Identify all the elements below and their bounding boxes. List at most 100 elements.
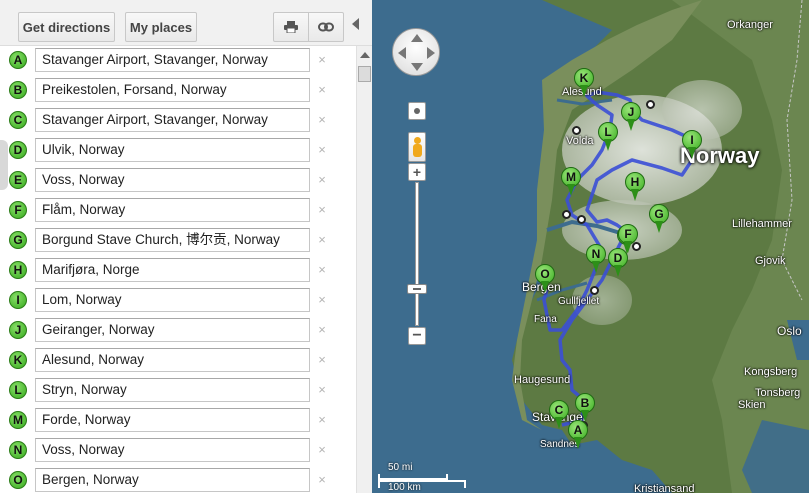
stop-row: B Preikestolen, Forsand, Norway × [0, 76, 352, 106]
stop-marker-icon[interactable]: J [9, 321, 27, 339]
route-pin[interactable]: J [621, 102, 641, 132]
route-pin[interactable]: F [618, 224, 638, 254]
remove-stop-icon[interactable]: × [316, 172, 328, 187]
scrollbar[interactable] [356, 46, 372, 493]
stop-input[interactable]: Lom, Norway [35, 288, 310, 312]
stop-input[interactable]: Forde, Norway [35, 408, 310, 432]
place-label: Skien [738, 399, 766, 411]
stop-marker-icon[interactable]: E [9, 171, 27, 189]
stop-row: E Voss, Norway × [0, 166, 352, 196]
remove-stop-icon[interactable]: × [316, 322, 328, 337]
pan-down-icon[interactable] [411, 63, 423, 71]
remove-stop-icon[interactable]: × [316, 142, 328, 157]
route-pin-tail [614, 265, 622, 277]
scroll-thumb[interactable] [358, 66, 371, 82]
stop-marker-icon[interactable]: D [9, 141, 27, 159]
stop-input[interactable]: Stavanger Airport, Stavanger, Norway [35, 108, 310, 132]
stop-row: A Stavanger Airport, Stavanger, Norway × [0, 46, 352, 76]
place-label: Gjovik [755, 255, 786, 267]
pan-control[interactable] [392, 28, 440, 76]
zoom-in-button[interactable]: + [408, 163, 426, 181]
route-pin[interactable]: G [649, 204, 669, 234]
route-pin[interactable]: M [561, 167, 581, 197]
stop-marker-icon[interactable]: N [9, 441, 27, 459]
remove-stop-icon[interactable]: × [316, 202, 328, 217]
pan-left-icon[interactable] [398, 47, 406, 59]
remove-stop-icon[interactable]: × [316, 52, 328, 67]
stop-marker-icon[interactable]: K [9, 351, 27, 369]
zoom-out-button[interactable]: − [408, 327, 426, 345]
zoom-slider-track[interactable] [415, 182, 419, 326]
waypoint-marker[interactable] [572, 126, 581, 135]
scroll-up-icon[interactable] [360, 52, 370, 58]
get-directions-button[interactable]: Get directions [18, 12, 115, 42]
stop-input[interactable]: Bergen, Norway [35, 468, 310, 492]
remove-stop-icon[interactable]: × [316, 412, 328, 427]
zoom-reset-button[interactable] [408, 102, 426, 120]
stop-input[interactable]: Preikestolen, Forsand, Norway [35, 78, 310, 102]
stop-marker-icon[interactable]: I [9, 291, 27, 309]
stop-marker-icon[interactable]: L [9, 381, 27, 399]
remove-stop-icon[interactable]: × [316, 232, 328, 247]
print-button[interactable] [273, 12, 309, 42]
route-pin[interactable]: L [598, 122, 618, 152]
stop-marker-icon[interactable]: B [9, 81, 27, 99]
route-pin-tail [631, 189, 639, 201]
stop-input[interactable]: Geiranger, Norway [35, 318, 310, 342]
remove-stop-icon[interactable]: × [316, 472, 328, 487]
remove-stop-icon[interactable]: × [316, 442, 328, 457]
stop-input[interactable]: Voss, Norway [35, 168, 310, 192]
route-pin[interactable]: N [586, 244, 606, 274]
stop-input[interactable]: Stryn, Norway [35, 378, 310, 402]
remove-stop-icon[interactable]: × [316, 262, 328, 277]
route-pin[interactable]: H [625, 172, 645, 202]
stop-input[interactable]: Borgund Stave Church, 博尔贡, Norway [35, 228, 310, 252]
stop-row: O Bergen, Norway × [0, 466, 352, 493]
pan-up-icon[interactable] [411, 34, 423, 42]
stop-marker-icon[interactable]: F [9, 201, 27, 219]
stop-marker-icon[interactable]: C [9, 111, 27, 129]
remove-stop-icon[interactable]: × [316, 382, 328, 397]
remove-stop-icon[interactable]: × [316, 352, 328, 367]
route-pin[interactable]: A [568, 420, 588, 450]
stop-row: N Voss, Norway × [0, 436, 352, 466]
route-pin-tail [655, 221, 663, 233]
route-pin-tail [574, 437, 582, 449]
route-pin[interactable]: O [535, 264, 555, 294]
remove-stop-icon[interactable]: × [316, 112, 328, 127]
waypoint-marker[interactable] [577, 215, 586, 224]
route-pin[interactable]: C [549, 400, 569, 430]
stop-input[interactable]: Alesund, Norway [35, 348, 310, 372]
remove-stop-icon[interactable]: × [316, 82, 328, 97]
my-places-button[interactable]: My places [125, 12, 197, 42]
stop-input[interactable]: Ulvik, Norway [35, 138, 310, 162]
route-pin[interactable]: I [682, 130, 702, 160]
place-label: Gullfjellet [558, 296, 600, 307]
zoom-slider-thumb[interactable] [407, 284, 427, 294]
pegman-icon[interactable] [408, 132, 426, 162]
stop-marker-icon[interactable]: H [9, 261, 27, 279]
waypoint-marker[interactable] [562, 210, 571, 219]
link-button[interactable] [308, 12, 344, 42]
route-pin[interactable]: B [575, 393, 595, 423]
stop-input[interactable]: Flåm, Norway [35, 198, 310, 222]
pan-right-icon[interactable] [427, 47, 435, 59]
place-label: Orkanger [727, 19, 773, 31]
stop-marker-icon[interactable]: A [9, 51, 27, 69]
place-label: Haugesund [514, 374, 571, 386]
stop-input[interactable]: Voss, Norway [35, 438, 310, 462]
stop-marker-icon[interactable]: G [9, 231, 27, 249]
stop-marker-icon[interactable]: M [9, 411, 27, 429]
collapse-panel-icon[interactable] [352, 18, 359, 30]
route-pin[interactable]: K [574, 68, 594, 98]
drag-handle[interactable] [0, 140, 8, 190]
waypoint-marker[interactable] [590, 286, 599, 295]
stop-input[interactable]: Marifjøra, Norge [35, 258, 310, 282]
waypoint-marker[interactable] [646, 100, 655, 109]
place-label: Kongsberg [744, 366, 798, 378]
remove-stop-icon[interactable]: × [316, 292, 328, 307]
place-label: Oslo [777, 324, 802, 338]
stop-marker-icon[interactable]: O [9, 471, 27, 489]
map-view[interactable]: Orkanger Alesund Volda Norway Lillehamme… [372, 0, 809, 493]
stop-input[interactable]: Stavanger Airport, Stavanger, Norway [35, 48, 310, 72]
